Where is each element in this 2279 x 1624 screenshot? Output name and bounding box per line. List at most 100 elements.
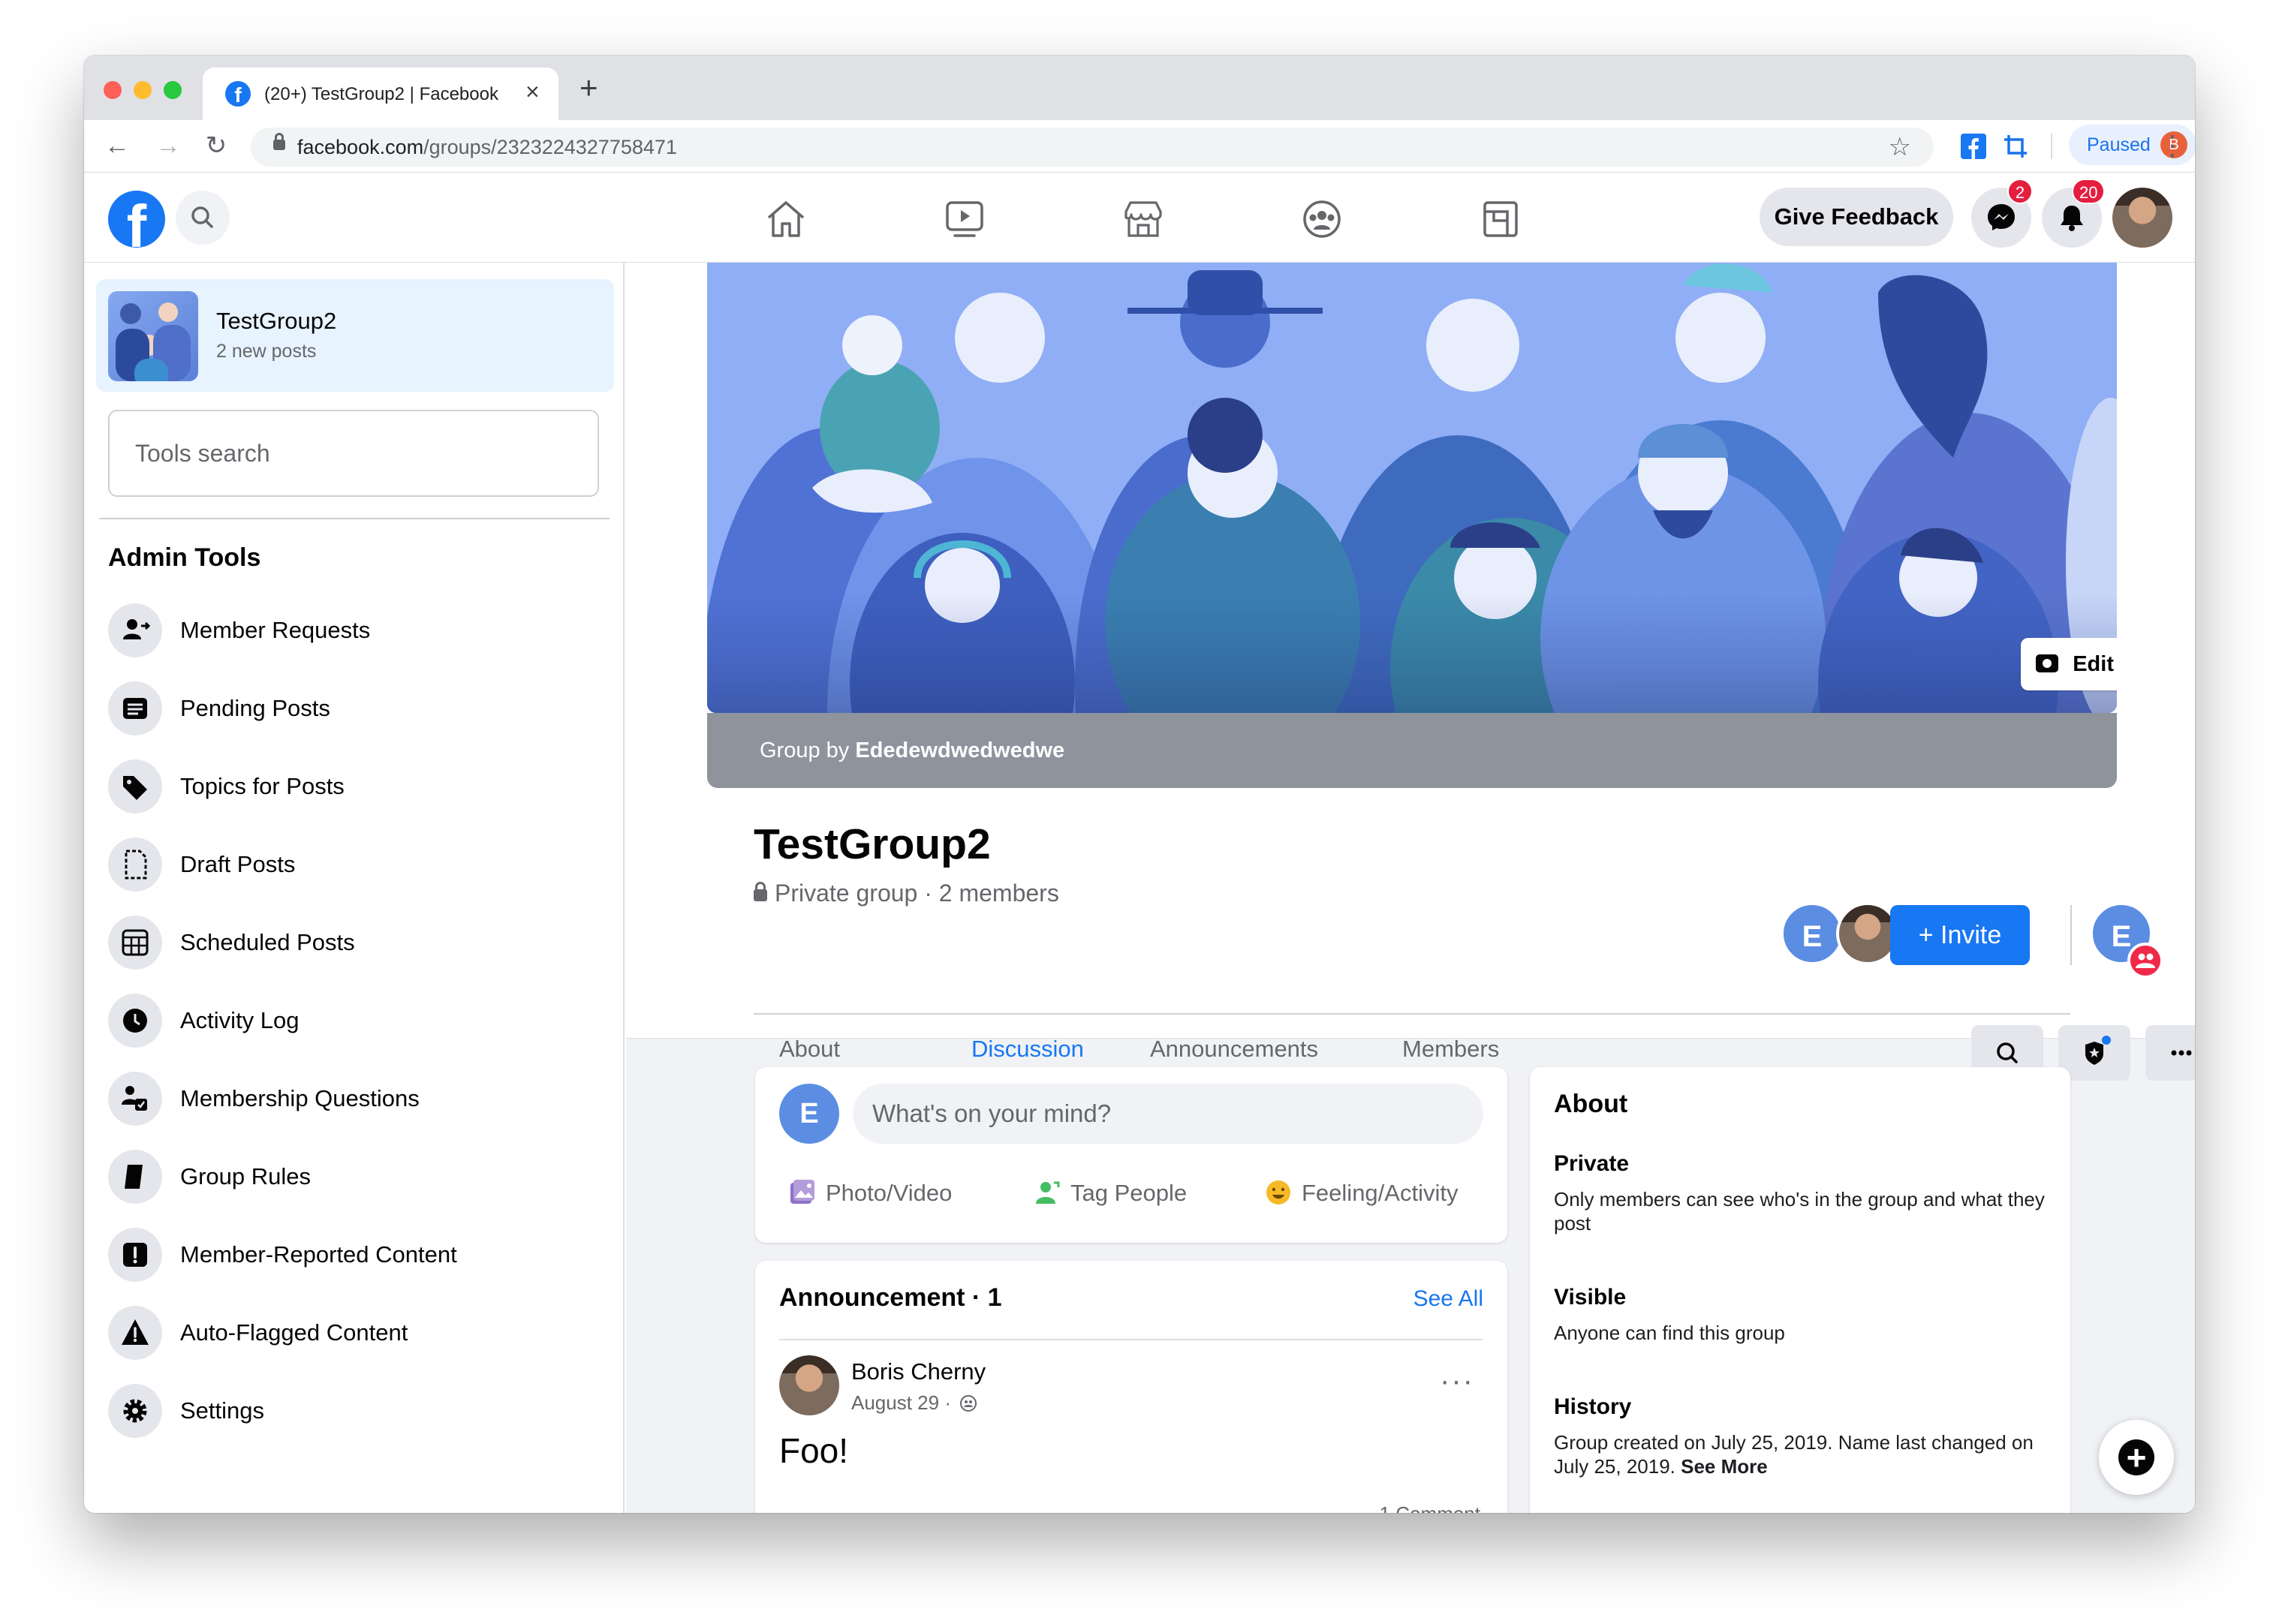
- sidebar-item-group-rules[interactable]: Group Rules: [108, 1147, 604, 1207]
- tabs-divider: [754, 1013, 2070, 1015]
- new-message-button[interactable]: +: [2099, 1420, 2174, 1495]
- tab-discussion[interactable]: Discussion: [971, 1036, 1084, 1063]
- group-by-text: Group by Ededewdwedwedwe: [760, 738, 1064, 763]
- pending-posts-icon: [108, 681, 162, 735]
- tab-close-icon[interactable]: ×: [525, 78, 540, 106]
- new-tab-button[interactable]: +: [580, 72, 598, 104]
- sidebar-item-label: Pending Posts: [180, 695, 330, 721]
- tools-search-placeholder: Tools search: [135, 440, 270, 467]
- sidebar-item-member-requests[interactable]: Member Requests: [108, 600, 604, 660]
- bookmark-star-icon[interactable]: ☆: [1889, 132, 1911, 162]
- admin-tools-heading: Admin Tools: [108, 543, 261, 572]
- home-icon[interactable]: [764, 200, 808, 239]
- more-options-button[interactable]: [2145, 1025, 2195, 1081]
- marketplace-icon[interactable]: [1121, 200, 1165, 239]
- close-window-button[interactable]: [104, 81, 122, 99]
- group-illustration-icon: [116, 302, 191, 381]
- about-private-text: Only members can see who's in the group …: [1554, 1188, 2045, 1235]
- gaming-icon[interactable]: [1479, 200, 1522, 239]
- sidebar-item-auto-flagged[interactable]: Auto-Flagged Content: [108, 1303, 604, 1363]
- browser-window: f (20+) TestGroup2 | Facebook × + ← → ↻ …: [84, 56, 2195, 1513]
- crop-extension-icon[interactable]: [2003, 134, 2028, 159]
- address-bar[interactable]: facebook.com/groups/2323224327758471 ☆: [251, 128, 1934, 167]
- feeling-activity-label: Feeling/Activity: [1302, 1180, 1459, 1206]
- book-icon: [108, 1150, 162, 1204]
- paused-label: Paused: [2087, 134, 2151, 155]
- post-date: August 29 ·: [851, 1391, 977, 1415]
- facebook-favicon-icon: f: [225, 81, 251, 107]
- sidebar-item-topics[interactable]: Topics for Posts: [108, 756, 604, 817]
- invite-button[interactable]: + Invite: [1890, 905, 2030, 965]
- about-card: About Private Only members can see who's…: [1530, 1067, 2070, 1513]
- post-more-icon[interactable]: ···: [1440, 1364, 1474, 1398]
- sidebar-item-scheduled-posts[interactable]: Scheduled Posts: [108, 913, 604, 973]
- composer-avatar[interactable]: E: [779, 1084, 839, 1144]
- member-avatar-e[interactable]: E: [1781, 902, 1844, 965]
- sidebar-item-settings[interactable]: Settings: [108, 1381, 604, 1441]
- tag-people-icon: [1036, 1181, 1060, 1204]
- tab-title: (20+) TestGroup2 | Facebook: [264, 84, 498, 104]
- facebook-search-button[interactable]: [176, 191, 230, 245]
- report-icon: [108, 1228, 162, 1282]
- edit-cover-button[interactable]: Edit: [2021, 638, 2117, 690]
- camera-icon: [2036, 654, 2058, 672]
- sidebar-item-membership-questions[interactable]: Membership Questions: [108, 1069, 604, 1129]
- feeling-activity-button[interactable]: Feeling/Activity: [1264, 1180, 1458, 1209]
- notifications-button[interactable]: 20: [2042, 179, 2106, 248]
- reload-button[interactable]: ↻: [200, 129, 233, 162]
- browser-menu-icon[interactable]: ⋮: [2159, 131, 2186, 161]
- about-history-heading: History: [1554, 1394, 1632, 1419]
- browser-tab[interactable]: f (20+) TestGroup2 | Facebook ×: [203, 68, 558, 120]
- composer-input[interactable]: What's on your mind?: [853, 1084, 1483, 1144]
- sidebar-item-label: Topics for Posts: [180, 773, 345, 799]
- post-author[interactable]: Boris Cherny: [851, 1358, 986, 1385]
- tab-strip: f (20+) TestGroup2 | Facebook × +: [84, 56, 2195, 120]
- post-date-text[interactable]: August 29 ·: [851, 1391, 951, 1414]
- author-avatar[interactable]: [779, 1355, 839, 1415]
- zoom-window-button[interactable]: [164, 81, 182, 99]
- group-owner-link[interactable]: Ededewdwedwedwe: [855, 738, 1064, 762]
- tag-people-label: Tag People: [1070, 1180, 1188, 1206]
- tools-search-input[interactable]: Tools search: [108, 410, 599, 497]
- messenger-button[interactable]: 2: [1971, 179, 2033, 248]
- lock-icon: [273, 133, 285, 150]
- about-history-body: Group created on July 25, 2019. Name las…: [1554, 1431, 2034, 1478]
- about-history-text: Group created on July 25, 2019. Name las…: [1554, 1430, 2049, 1478]
- tab-members[interactable]: Members: [1402, 1036, 1499, 1063]
- smiley-icon: [1266, 1180, 1290, 1204]
- tab-announcements[interactable]: Announcements: [1150, 1036, 1318, 1063]
- account-avatar[interactable]: [2112, 188, 2172, 248]
- groups-icon[interactable]: [1300, 200, 1344, 239]
- give-feedback-button[interactable]: Give Feedback: [1760, 188, 1953, 246]
- warning-icon: [108, 1306, 162, 1360]
- sidebar-item-activity-log[interactable]: Activity Log: [108, 991, 604, 1051]
- url-path: /groups/2323224327758471: [423, 136, 677, 158]
- watch-icon[interactable]: [943, 200, 986, 239]
- facebook-extension-icon[interactable]: [1961, 134, 1986, 159]
- see-more-link[interactable]: See More: [1681, 1455, 1768, 1478]
- facebook-logo-icon[interactable]: f: [108, 191, 165, 248]
- audience-group-icon: [960, 1395, 977, 1412]
- sidebar-item-label: Settings: [180, 1397, 265, 1424]
- sidebar-item-member-reported[interactable]: Member-Reported Content: [108, 1225, 604, 1285]
- group-card[interactable]: TestGroup2 2 new posts: [96, 279, 614, 392]
- tab-about[interactable]: About: [779, 1036, 840, 1063]
- photo-video-button[interactable]: Photo/Video: [788, 1179, 953, 1209]
- forward-button[interactable]: →: [152, 129, 185, 162]
- page-title: TestGroup2: [754, 820, 991, 868]
- photo-video-label: Photo/Video: [826, 1180, 953, 1206]
- sidebar-item-label: Scheduled Posts: [180, 929, 355, 955]
- back-button[interactable]: ←: [101, 129, 134, 162]
- announcement-card: Announcement · 1 See All Boris Cherny Au…: [755, 1261, 1507, 1513]
- sidebar-item-label: Draft Posts: [180, 851, 296, 877]
- admin-switch-icon[interactable]: [2127, 943, 2163, 979]
- see-all-link[interactable]: See All: [1413, 1286, 1483, 1312]
- minimize-window-button[interactable]: [134, 81, 152, 99]
- tag-people-button[interactable]: Tag People: [1033, 1180, 1187, 1209]
- sidebar-group-name: TestGroup2: [216, 308, 337, 334]
- sidebar-item-pending-posts[interactable]: Pending Posts: [108, 678, 604, 738]
- notifications-badge: 20: [2072, 179, 2106, 204]
- comment-count[interactable]: 1 Comment: [1380, 1502, 1480, 1513]
- plus-icon: +: [2118, 1439, 2154, 1475]
- sidebar-item-draft-posts[interactable]: Draft Posts: [108, 835, 604, 895]
